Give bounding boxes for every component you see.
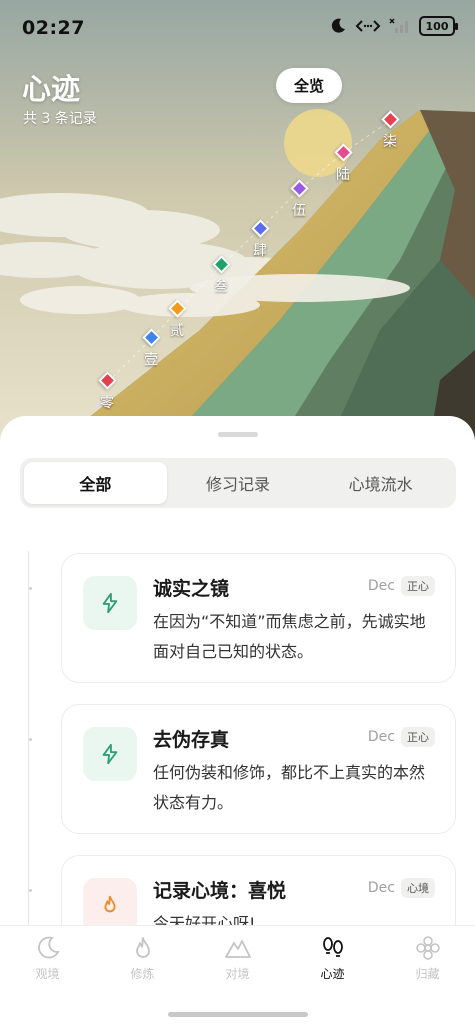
record-tag: 正心 — [401, 576, 435, 596]
diamond-icon — [289, 179, 309, 198]
milestone-label: 柒 — [383, 134, 397, 150]
record-title: 去伪存真 — [153, 729, 230, 751]
milestone-label: 伍 — [292, 203, 306, 219]
card-icon-badge — [83, 576, 137, 630]
status-icons: 100 — [329, 16, 458, 36]
milestone-marker[interactable]: 肆 — [240, 219, 280, 260]
signal-icon — [389, 18, 408, 33]
milestone-marker[interactable]: 贰 — [157, 299, 197, 340]
card-icon-badge — [83, 878, 137, 932]
records-sheet: 全部 修习记录 心境流水 诚实之镜 Dec 正心 在因为“不知道”而焦虑之前，先… — [0, 416, 475, 936]
milestone-marker[interactable]: 零 — [87, 371, 127, 412]
milestone-marker[interactable]: 伍 — [279, 179, 319, 220]
flower-icon — [415, 936, 440, 960]
milestone-label: 壹 — [144, 352, 158, 368]
record-meta: Dec 正心 — [368, 576, 435, 596]
diamond-icon — [97, 371, 117, 390]
nav-label: 观境 — [35, 967, 60, 981]
record-card[interactable]: 记录心境：喜悦 Dec 心境 今天好开心呀! — [61, 855, 456, 936]
card-icon-badge — [83, 727, 137, 781]
milestone-marker[interactable]: 叁 — [201, 255, 241, 296]
bottom-nav: 观境 修炼 对境 心迹 归藏 — [0, 925, 475, 1024]
record-meta: Dec 心境 — [368, 878, 435, 898]
timeline-line — [28, 551, 29, 936]
record-body: 任何伪装和修饰，都比不上真实的本然状态有力。 — [153, 763, 426, 812]
timeline-dot — [29, 889, 32, 892]
moon-icon — [37, 936, 60, 959]
record-meta: Dec 正心 — [368, 727, 435, 747]
milestone-label: 陆 — [336, 167, 350, 183]
home-indicator[interactable] — [168, 1012, 308, 1017]
record-tag: 正心 — [401, 727, 435, 747]
record-title: 记录心境：喜悦 — [153, 880, 287, 902]
lightning-icon — [102, 743, 118, 765]
lightning-icon — [102, 592, 118, 614]
record-date: Dec — [367, 880, 395, 896]
milestone-label: 肆 — [253, 243, 267, 259]
diamond-icon — [211, 255, 231, 274]
flame-icon — [135, 937, 150, 958]
page-title: 心迹 — [22, 72, 81, 106]
record-date: Dec — [367, 729, 395, 745]
record-date: Dec — [367, 578, 395, 594]
milestone-label: 零 — [100, 395, 114, 411]
code-link-icon — [355, 20, 381, 32]
diamond-icon — [380, 110, 400, 129]
tab-all[interactable]: 全部 — [24, 462, 167, 504]
record-card[interactable]: 去伪存真 Dec 正心 任何伪装和修饰，都比不上真实的本然状态有力。 — [61, 704, 456, 834]
tab-mood-stream[interactable]: 心境流水 — [309, 462, 452, 504]
filter-tabs: 全部 修习记录 心境流水 — [20, 458, 456, 508]
mountain-icon — [224, 940, 251, 958]
nav-item-heart-trail[interactable]: 心迹 — [285, 926, 380, 988]
timeline-dot — [29, 587, 32, 590]
diamond-icon — [167, 299, 187, 318]
record-card[interactable]: 诚实之镜 Dec 正心 在因为“不知道”而焦虑之前，先诚实地面对自己已知的状态。 — [61, 553, 456, 683]
nav-label: 归藏 — [415, 967, 440, 981]
milestone-label: 贰 — [170, 323, 184, 339]
footprints-icon — [322, 937, 343, 957]
hero-banner: 02:27 100 心迹 共 3 条记录 全览 零 壹贰 叁 肆 伍 陆 柒 — [0, 0, 475, 440]
milestone-marker[interactable]: 陆 — [323, 143, 363, 184]
nav-item-cultivate[interactable]: 修炼 — [95, 926, 190, 988]
diamond-icon — [333, 143, 353, 162]
nav-item-observe[interactable]: 观境 — [0, 926, 95, 988]
tab-practice-records[interactable]: 修习记录 — [167, 462, 310, 504]
flame-icon — [104, 895, 116, 913]
diamond-icon — [250, 219, 270, 238]
battery-indicator: 100 — [419, 16, 458, 36]
nav-item-collection[interactable]: 归藏 — [380, 926, 475, 988]
overview-button[interactable]: 全览 — [276, 68, 342, 103]
nav-label: 心迹 — [320, 967, 345, 981]
moon-icon — [331, 18, 345, 33]
status-time: 02:27 — [22, 17, 85, 39]
record-title: 诚实之镜 — [153, 578, 230, 600]
record-count: 共 3 条记录 — [23, 111, 97, 127]
nav-label: 对境 — [225, 967, 250, 981]
nav-label: 修炼 — [130, 967, 155, 981]
milestone-marker[interactable]: 柒 — [370, 110, 410, 151]
status-bar: 02:27 100 — [0, 0, 475, 58]
nav-item-confront[interactable]: 对境 — [190, 926, 285, 988]
record-body: 在因为“不知道”而焦虑之前，先诚实地面对自己已知的状态。 — [153, 612, 426, 661]
record-tag: 心境 — [401, 878, 435, 898]
sheet-grabber[interactable] — [218, 432, 258, 437]
timeline-dot — [29, 738, 32, 741]
milestone-label: 叁 — [214, 279, 228, 295]
